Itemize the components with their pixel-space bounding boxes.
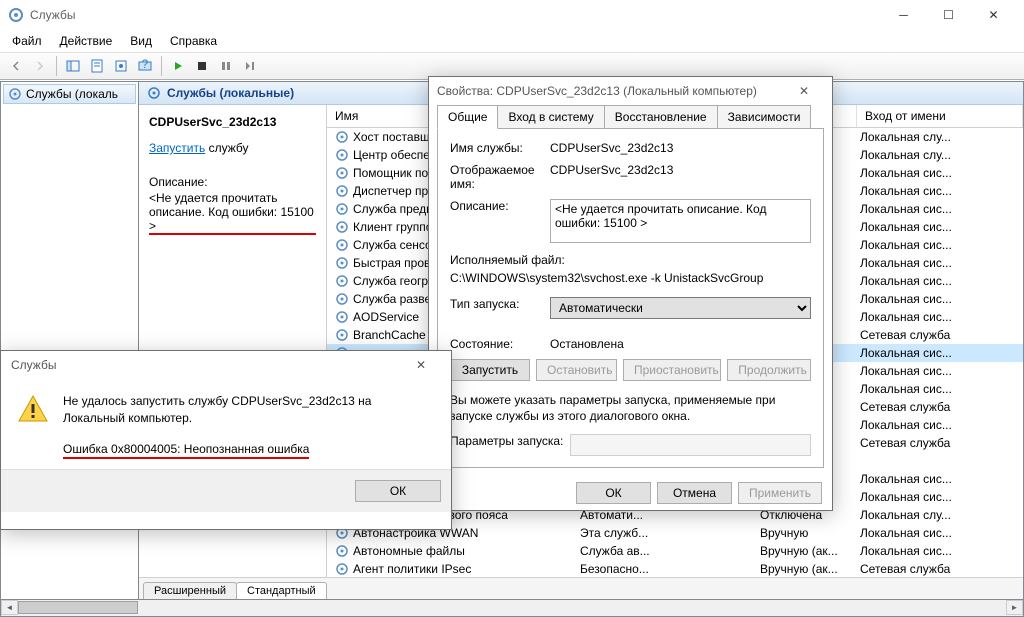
start-service-link[interactable]: Запустить: [149, 141, 205, 155]
main-titlebar: Службы ─ ☐ ✕: [0, 0, 1024, 30]
start-button[interactable]: Запустить: [450, 359, 530, 381]
stop-button[interactable]: [191, 55, 213, 77]
startup-type-label: Тип запуска:: [450, 297, 550, 311]
resume-button: Продолжить: [727, 359, 811, 381]
status-label: Состояние:: [450, 337, 550, 351]
scroll-right-button[interactable]: ►: [1006, 600, 1023, 615]
gear-icon: [147, 86, 161, 100]
props-titlebar[interactable]: Свойства: CDPUserSvc_23d2c13 (Локальный …: [429, 77, 832, 105]
pause-button: Приостановить: [623, 359, 721, 381]
gear-icon: [335, 184, 349, 198]
props-title: Свойства: CDPUserSvc_23d2c13 (Локальный …: [437, 84, 757, 98]
panel-title: Службы (локальные): [167, 86, 294, 100]
tab-dependencies[interactable]: Зависимости: [717, 105, 812, 129]
gear-icon: [335, 220, 349, 234]
gear-icon: [335, 202, 349, 216]
minimize-button[interactable]: ─: [881, 1, 926, 29]
gear-icon: [335, 130, 349, 144]
cancel-button[interactable]: Отмена: [657, 482, 732, 504]
msgbox-title: Службы: [11, 358, 56, 372]
export-button[interactable]: [110, 55, 132, 77]
tab-content-general: Имя службы:CDPUserSvc_23d2c13 Отображаем…: [437, 128, 824, 468]
service-name-label: Имя службы:: [450, 141, 550, 155]
gear-icon: [335, 310, 349, 324]
help-button[interactable]: ?: [134, 55, 156, 77]
display-name-label: Отображаемое имя:: [450, 163, 550, 191]
properties-button[interactable]: [86, 55, 108, 77]
params-input: [570, 434, 811, 456]
gear-icon: [335, 328, 349, 342]
start-suffix: службу: [205, 141, 248, 155]
menu-file[interactable]: Файл: [4, 32, 50, 50]
msgbox-ok-button[interactable]: ОК: [355, 480, 441, 502]
description-label: Описание:: [149, 175, 316, 189]
stop-button: Остановить: [536, 359, 617, 381]
gear-icon: [335, 274, 349, 288]
pause-button[interactable]: [215, 55, 237, 77]
tab-extended[interactable]: Расширенный: [143, 582, 237, 599]
tree-node-label: Службы (локаль: [26, 87, 118, 101]
close-button[interactable]: ✕: [971, 1, 1016, 29]
apply-button: Применить: [738, 482, 822, 504]
description-text: <Не удается прочитать описание. Код ошиб…: [149, 191, 316, 235]
ok-button[interactable]: ОК: [576, 482, 651, 504]
gear-icon: [8, 87, 22, 101]
window-title: Службы: [30, 8, 75, 22]
services-app-icon: [8, 7, 24, 23]
error-messagebox: Службы ✕ Не удалось запустить службу CDP…: [0, 350, 452, 530]
warning-icon: [17, 393, 49, 425]
menubar: Файл Действие Вид Справка: [0, 30, 1024, 52]
gear-icon: [335, 562, 349, 576]
menu-view[interactable]: Вид: [122, 32, 160, 50]
horizontal-scrollbar[interactable]: ◄ ►: [0, 600, 1024, 617]
menu-help[interactable]: Справка: [162, 32, 225, 50]
scroll-thumb[interactable]: [18, 601, 138, 614]
selected-service-name: CDPUserSvc_23d2c13: [149, 115, 316, 129]
gear-icon: [335, 292, 349, 306]
gear-icon: [335, 256, 349, 270]
startup-params-hint: Вы можете указать параметры запуска, при…: [450, 393, 811, 424]
tab-recovery[interactable]: Восстановление: [604, 105, 718, 129]
props-tabs: Общие Вход в систему Восстановление Зави…: [429, 105, 832, 129]
msgbox-titlebar[interactable]: Службы ✕: [1, 351, 451, 379]
tree-node-services-local[interactable]: Службы (локаль: [3, 84, 136, 104]
gear-icon: [335, 166, 349, 180]
description-textarea[interactable]: <Не удается прочитать описание. Код ошиб…: [550, 199, 811, 243]
back-button[interactable]: [5, 55, 27, 77]
bottom-tabs: Расширенный Стандартный: [139, 577, 1023, 599]
status-value: Остановлена: [550, 337, 811, 351]
executable-path: C:\WINDOWS\system32\svchost.exe -k Unist…: [450, 271, 811, 285]
tab-general[interactable]: Общие: [437, 105, 498, 129]
params-label: Параметры запуска:: [450, 434, 570, 448]
gear-icon: [335, 148, 349, 162]
msgbox-line2: Ошибка 0x80004005: Неопознанная ошибка: [63, 441, 309, 460]
forward-button[interactable]: [29, 55, 51, 77]
maximize-button[interactable]: ☐: [926, 1, 971, 29]
table-row[interactable]: Автономные файлыСлужба ав...Вручную (ак.…: [327, 542, 1023, 560]
table-row[interactable]: Агент политики IPsecБезопасно...Вручную …: [327, 560, 1023, 577]
restart-button[interactable]: [239, 55, 261, 77]
svg-text:?: ?: [142, 59, 149, 71]
play-button[interactable]: [167, 55, 189, 77]
gear-icon: [335, 544, 349, 558]
msgbox-close-button[interactable]: ✕: [401, 352, 441, 378]
menu-action[interactable]: Действие: [52, 32, 121, 50]
startup-type-select[interactable]: Автоматически: [550, 297, 811, 319]
tab-standard[interactable]: Стандартный: [236, 582, 327, 599]
executable-label: Исполняемый файл:: [450, 253, 811, 267]
gear-icon: [335, 238, 349, 252]
display-name-value: CDPUserSvc_23d2c13: [550, 163, 811, 177]
tab-logon[interactable]: Вход в систему: [497, 105, 604, 129]
show-hide-tree-button[interactable]: [62, 55, 84, 77]
service-name-value: CDPUserSvc_23d2c13: [550, 141, 811, 155]
col-logon[interactable]: Вход от имени: [857, 105, 1023, 127]
description-label: Описание:: [450, 199, 550, 213]
scroll-left-button[interactable]: ◄: [1, 600, 18, 615]
properties-dialog: Свойства: CDPUserSvc_23d2c13 (Локальный …: [428, 76, 833, 511]
msgbox-line1: Не удалось запустить службу CDPUserSvc_2…: [63, 393, 435, 427]
props-close-button[interactable]: ✕: [784, 78, 824, 104]
